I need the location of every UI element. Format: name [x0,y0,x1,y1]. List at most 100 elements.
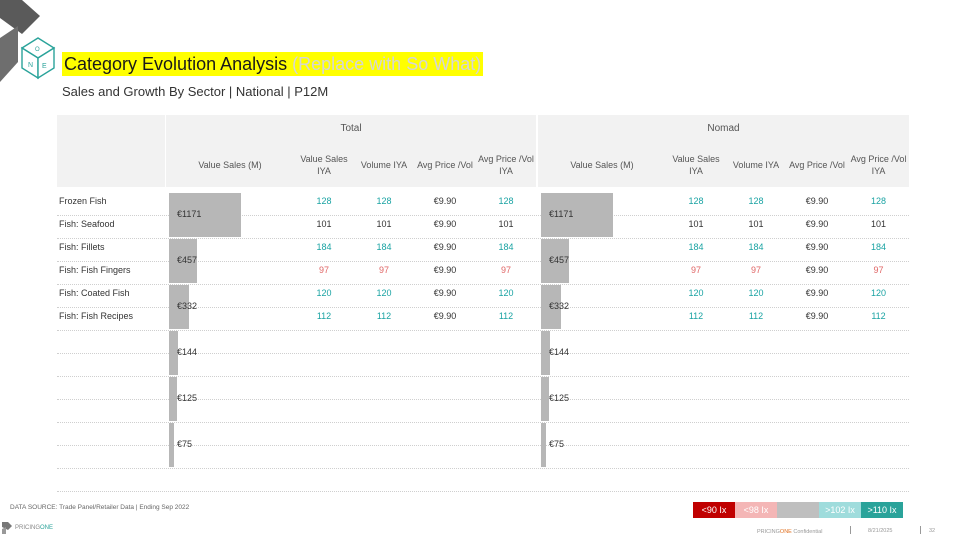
total-cell: €9.90 [433,242,457,252]
nomad-cell: €9.90 [805,311,829,321]
total-cell: 184 [316,242,332,252]
title-text: Category Evolution Analysis [64,54,288,74]
value-sales-bar-label: €144 [177,347,198,357]
page-number: 32 [929,528,936,534]
nomad-cell: 184 [688,242,704,252]
row-label: Fish: Fillets [59,242,105,252]
nomad-cell: 112 [871,311,886,321]
col-header-volume-iya: Volume IYA [732,160,780,170]
nomad-cell: 97 [873,265,884,275]
value-sales-bar [541,423,546,467]
nomad-cell: 101 [688,219,704,229]
total-cell: 120 [498,288,514,298]
footer-brand-one: ONE [40,525,54,531]
value-sales-bar-label: €457 [549,255,570,265]
col-header-volume-iya: Volume IYA [360,160,408,170]
nomad-cell: €9.90 [805,242,829,252]
category-table: Total Nomad Value Sales (M) Value Sales … [57,115,909,510]
nomad-cell: 101 [748,219,764,229]
svg-text:E: E [42,63,47,70]
total-cell: 101 [498,219,514,229]
total-cell: €9.90 [433,219,457,229]
pricingone-logo: N E O [0,0,56,82]
group-title-total: Total [340,123,362,134]
col-header-avg-price: Avg Price /Vol [789,160,845,170]
value-sales-bar-label: €125 [549,393,570,403]
value-sales-bar [169,377,177,421]
col-header-avg-price-iya: Avg Price /Vol IYA [478,154,534,176]
total-cell: 112 [376,311,392,321]
nomad-cell: €9.90 [805,196,829,206]
total-cell: 128 [376,196,392,206]
col-header-value-sales: Value Sales (M) [198,160,262,170]
confidential-one: ONE [779,529,792,535]
nomad-cell: 128 [688,196,704,206]
footer-logo: PRICING ONE [2,522,53,534]
col-header-value-sales: Value Sales (M) [570,160,634,170]
total-cell: 101 [376,219,392,229]
nomad-cell: 184 [748,242,764,252]
total-cell: 97 [318,265,329,275]
nomad-cell: 112 [748,311,764,321]
col-header-value-sales-iya: Value Sales IYA [672,154,720,176]
nomad-cell: €9.90 [805,265,829,275]
page-title: Category Evolution Analysis (Replace wit… [62,52,484,76]
footer-divider [850,526,851,534]
row-divider [57,330,909,331]
legend-item [777,502,819,518]
confidential-note: PRICINGONE Confidential [757,529,822,535]
col-header-avg-price-iya: Avg Price /Vol IYA [850,154,907,176]
nomad-cell: 97 [690,265,701,275]
total-cell: €9.90 [433,311,457,321]
nomad-cell: 112 [688,311,704,321]
row-label: Fish: Seafood [59,219,115,229]
row-divider [57,422,909,423]
total-cell: 128 [316,196,332,206]
value-sales-bar-label: €332 [549,301,570,311]
svg-text:N: N [28,62,33,69]
total-cell: 112 [316,311,332,321]
value-sales-bar-label: €125 [177,393,198,403]
total-cell: 120 [376,288,392,298]
confidential-label: Confidential [793,529,823,535]
legend-item: <90 Ix [693,502,735,518]
value-sales-bar-label: €144 [549,347,570,357]
total-cell: €9.90 [433,288,457,298]
row-divider [57,468,909,469]
nomad-cell: €9.90 [805,288,829,298]
value-sales-bar-label: €457 [177,255,198,265]
total-cell: €9.90 [433,196,457,206]
total-cell: 97 [378,265,389,275]
page-subtitle: Sales and Growth By Sector | National | … [62,84,329,99]
footer-brand-pricing: PRICING [15,525,41,531]
total-cell: 184 [498,242,514,252]
footer-divider [920,526,921,534]
total-cell: 97 [500,265,511,275]
svg-text:O: O [35,47,40,53]
row-header-band [57,115,165,187]
data-source: DATA SOURCE: Trade Panel/Retailer Data |… [10,504,190,511]
nomad-cell: €9.90 [805,219,829,229]
total-cell: €9.90 [433,265,457,275]
group-title-nomad: Nomad [707,123,740,134]
nomad-cell: 101 [870,219,887,229]
legend-item: <98 Ix [735,502,777,518]
row-divider [57,376,909,377]
total-cell: 120 [316,288,332,298]
col-header-avg-price: Avg Price /Vol [417,160,473,170]
value-sales-bar-label: €75 [177,439,193,449]
total-cell: 184 [376,242,392,252]
nomad-cell: 97 [750,265,761,275]
index-legend: <90 Ix <98 Ix >102 Ix >110 Ix [693,502,903,518]
nomad-cell: 128 [870,196,887,206]
legend-item: >110 Ix [861,502,903,518]
nomad-cell: 184 [870,242,887,252]
legend-item: >102 Ix [819,502,861,518]
row-label: Fish: Fish Fingers [59,265,131,275]
nomad-cell: 120 [870,288,887,298]
value-sales-bar-label: €1171 [177,209,202,219]
col-header-value-sales-iya: Value Sales IYA [300,154,348,176]
total-cell: 112 [498,311,514,321]
pricingone-mark-icon [2,522,12,534]
footer-date: 8/21/2025 [868,528,893,534]
